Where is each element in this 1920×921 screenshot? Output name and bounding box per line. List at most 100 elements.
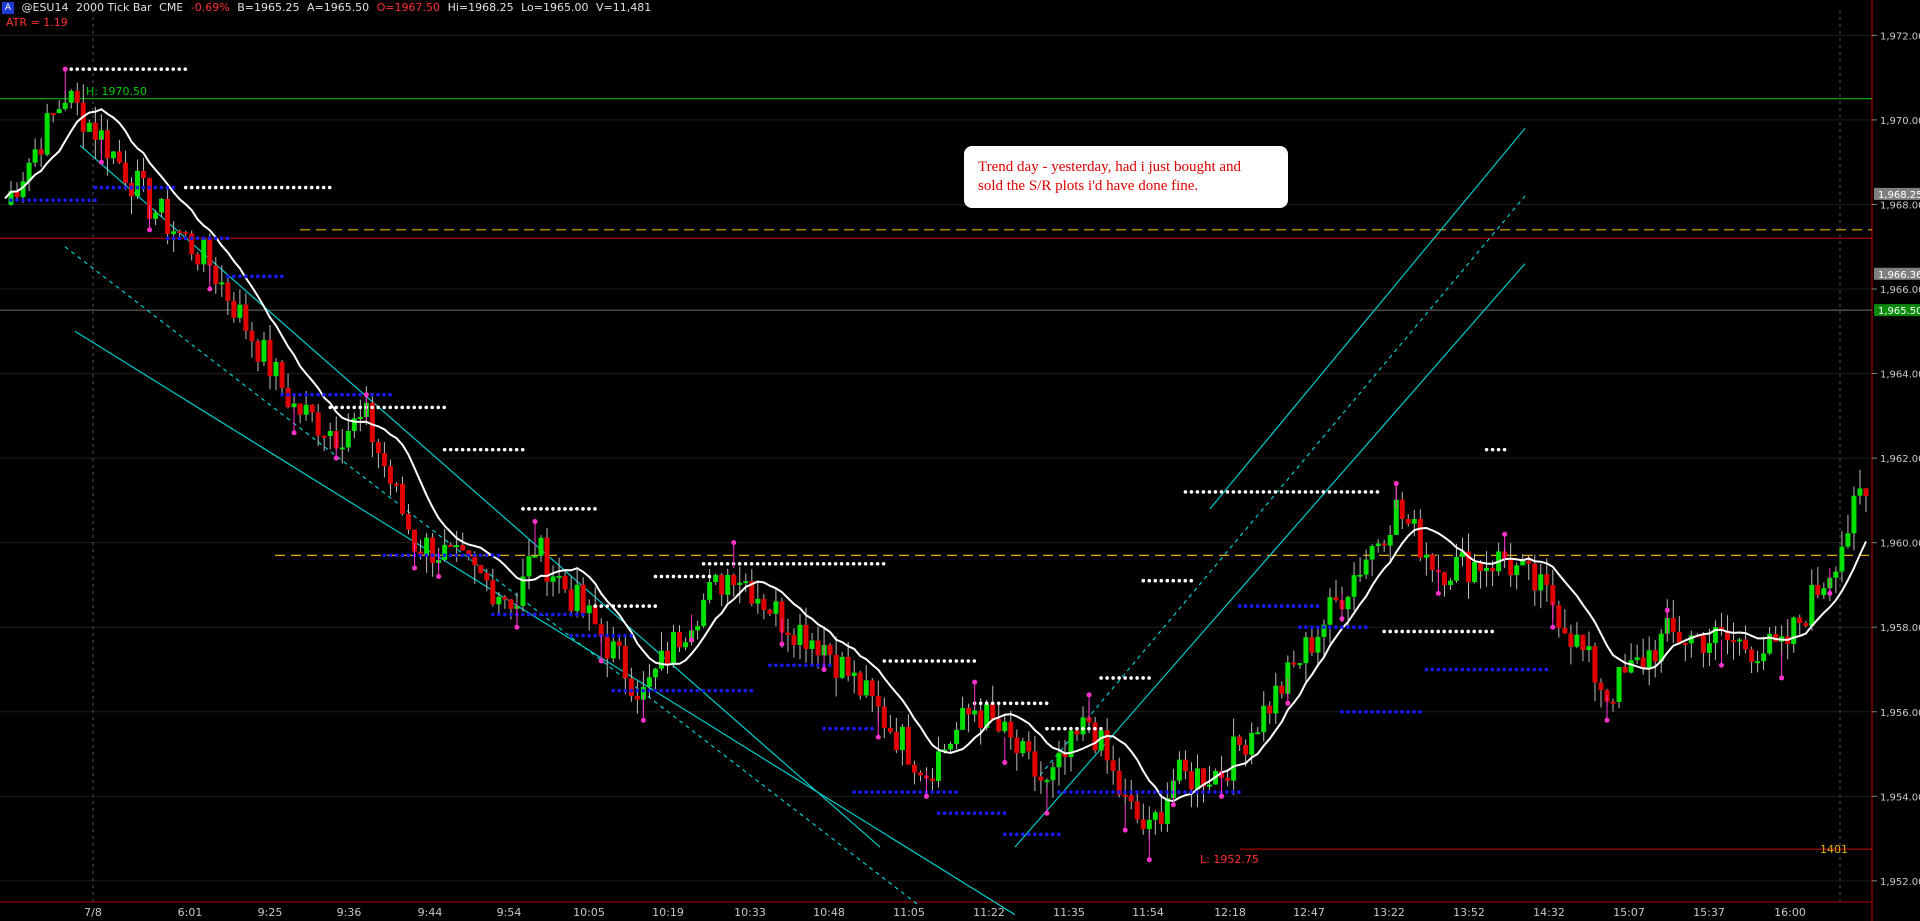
down-bar xyxy=(1682,642,1688,645)
down-bar xyxy=(803,624,809,649)
support-dot xyxy=(1261,604,1266,608)
support-dot xyxy=(1237,604,1242,608)
support-dot xyxy=(153,185,158,190)
resistance-dot xyxy=(713,562,718,566)
symbol-label[interactable]: @ESU14 xyxy=(22,1,69,14)
resistance-dot xyxy=(653,574,658,579)
support-dot xyxy=(1291,604,1296,608)
resistance-dot xyxy=(1321,490,1326,494)
resistance-dot xyxy=(177,67,182,71)
x-tick-label: 7/8 xyxy=(84,906,102,919)
resistance-dot xyxy=(1093,726,1097,731)
y-tick-label: 1,962.00 xyxy=(1880,454,1920,465)
up-bar xyxy=(1791,617,1797,644)
down-bar xyxy=(634,696,640,700)
support-dot xyxy=(503,612,507,617)
resistance-dot xyxy=(1502,447,1507,452)
support-dot xyxy=(430,553,435,558)
support-dot xyxy=(1141,790,1145,794)
support-dot xyxy=(219,236,224,241)
resistance-dot xyxy=(1243,490,1248,494)
support-dot xyxy=(195,236,200,241)
up-bar xyxy=(1857,488,1863,496)
down-bar xyxy=(568,589,574,611)
resistance-dot xyxy=(1201,490,1206,494)
down-bar xyxy=(1267,705,1273,714)
up-bar xyxy=(1851,495,1857,534)
resistance-dot xyxy=(990,701,995,706)
up-bar xyxy=(948,743,954,750)
pivot-marker xyxy=(640,717,646,723)
resistance-dot xyxy=(551,507,555,511)
support-dot xyxy=(725,688,730,693)
up-bar xyxy=(1821,588,1827,596)
support-dot xyxy=(268,274,272,279)
support-dot xyxy=(828,663,832,668)
up-bar xyxy=(1520,560,1526,566)
price-chart[interactable]: 1,952.00 1,954.00 1,956.00 1,958.00 1,960.00… xyxy=(0,0,1920,921)
up-bar xyxy=(839,656,845,678)
pivot-marker xyxy=(514,624,520,630)
up-bar xyxy=(863,680,869,696)
support-dot xyxy=(1340,709,1344,714)
support-dot xyxy=(1207,790,1211,794)
support-dot xyxy=(1087,790,1091,794)
up-bar xyxy=(1303,637,1309,664)
pivot-marker xyxy=(147,227,153,233)
resistance-dot xyxy=(334,405,339,410)
resistance-dot xyxy=(1069,726,1073,731)
resistance-dot xyxy=(1375,490,1380,494)
support-dot xyxy=(135,185,140,190)
resistance-dot xyxy=(797,562,802,566)
support-dot xyxy=(1183,790,1187,794)
up-bar xyxy=(1809,584,1815,627)
x-tick-label: 15:07 xyxy=(1613,906,1645,919)
resistance-dot xyxy=(563,507,567,511)
support-dot xyxy=(454,553,459,558)
down-bar xyxy=(1104,730,1110,761)
resistance-dot xyxy=(881,562,886,566)
support-dot xyxy=(310,392,314,397)
open-label: O=1967.50 xyxy=(376,1,441,14)
resistance-dot xyxy=(1382,629,1386,634)
support-dot xyxy=(346,392,350,397)
down-bar xyxy=(1134,801,1140,820)
resistance-dot xyxy=(321,185,326,190)
app-badge[interactable]: A xyxy=(2,2,14,14)
support-dot xyxy=(864,726,868,731)
resistance-dot xyxy=(1147,578,1152,583)
support-dot xyxy=(743,688,748,693)
pivot-marker xyxy=(821,666,827,672)
up-bar xyxy=(273,361,279,377)
support-dot xyxy=(1352,709,1356,714)
down-bar xyxy=(1309,637,1315,653)
up-bar xyxy=(1255,732,1261,735)
up-bar xyxy=(1164,798,1170,824)
annotation-note[interactable]: Trend day - yesterday, had i just bought… xyxy=(964,146,1288,208)
support-dot xyxy=(936,811,941,816)
resistance-dot xyxy=(779,562,784,566)
up-bar xyxy=(291,403,297,408)
resistance-dot xyxy=(665,574,670,579)
resistance-dot xyxy=(69,67,74,71)
resistance-dot xyxy=(99,67,104,71)
support-dot xyxy=(1159,790,1163,794)
resistance-dot xyxy=(906,659,911,663)
support-dot xyxy=(882,790,886,794)
y-tick-label: 1,954.00 xyxy=(1880,792,1920,803)
support-dot xyxy=(382,392,386,397)
resistance-dot xyxy=(1195,490,1200,494)
resistance-dot xyxy=(1141,676,1145,680)
support-dot xyxy=(1340,625,1344,630)
resistance-dot xyxy=(81,67,86,71)
up-bar xyxy=(62,102,68,109)
down-bar xyxy=(430,537,436,564)
ask-label: A=1965.50 xyxy=(306,1,370,14)
resistance-dot xyxy=(833,562,838,566)
support-dot xyxy=(376,392,380,397)
y-tick-label: 1,968.00 xyxy=(1880,200,1920,211)
support-dot xyxy=(165,185,170,190)
support-dot xyxy=(1460,667,1465,672)
resistance-dot xyxy=(521,507,525,511)
support-dot xyxy=(948,790,952,794)
